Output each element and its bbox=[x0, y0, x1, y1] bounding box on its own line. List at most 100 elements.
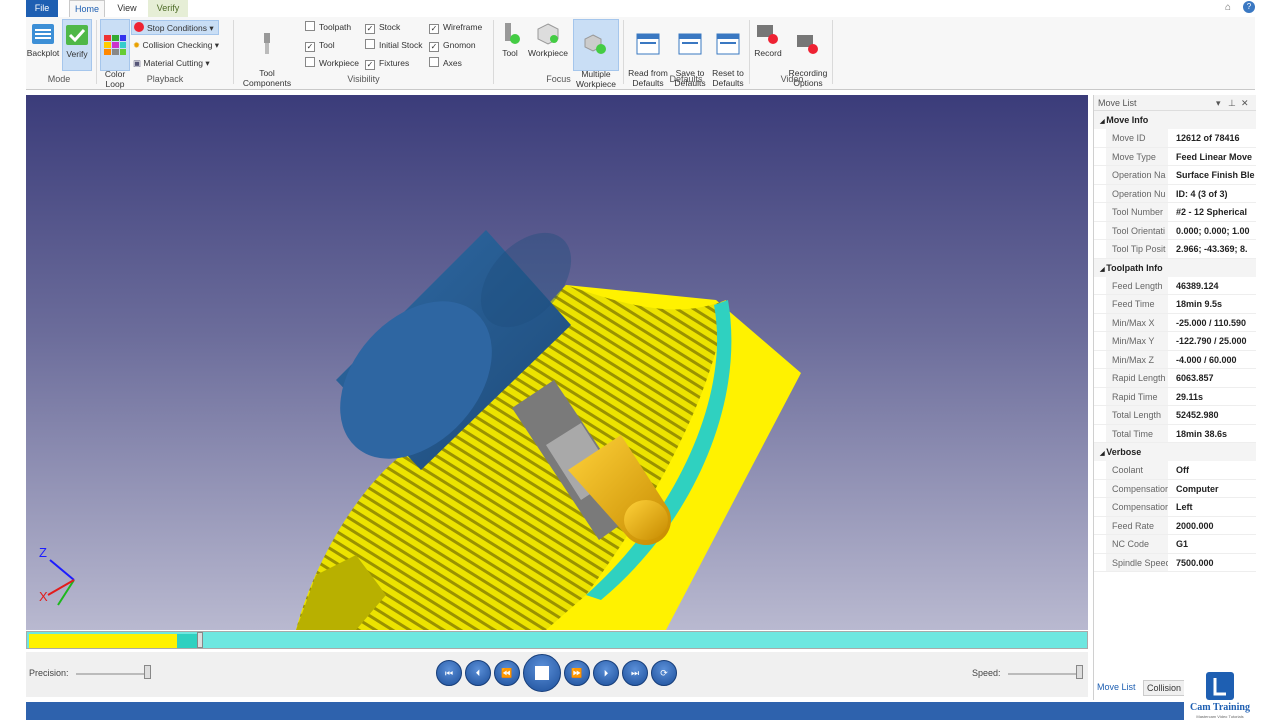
section-header[interactable]: ◢ Verbose bbox=[1094, 443, 1256, 461]
skip-to-start-button[interactable]: ⏮ bbox=[436, 660, 462, 686]
collision-checking-button[interactable]: ✹ Collision Checking ▾ bbox=[133, 38, 229, 53]
property-value: 52452.980 bbox=[1176, 410, 1219, 420]
tool-checkbox[interactable]: ✓ Tool bbox=[305, 38, 335, 53]
property-row[interactable]: Spindle Speec 7500.000 bbox=[1094, 553, 1256, 572]
play-forward-button[interactable]: ⏩ bbox=[564, 660, 590, 686]
focus-multiple-workpiece-button[interactable]: Multiple Workpiece bbox=[573, 19, 619, 89]
playback-timeline[interactable] bbox=[26, 631, 1088, 649]
step-back-button[interactable]: ⏴ bbox=[465, 660, 491, 686]
property-row[interactable]: Min/Max X -25.000 / 110.590 bbox=[1094, 313, 1256, 332]
checkbox-unchecked-icon bbox=[305, 57, 315, 67]
reset-defaults-icon bbox=[716, 33, 740, 55]
close-icon[interactable]: ✕ bbox=[1241, 95, 1249, 111]
section-title: Move Info bbox=[1106, 115, 1149, 125]
focus-workpiece-button[interactable]: Workpiece bbox=[526, 19, 570, 71]
skip-to-end-button[interactable]: ⏭ bbox=[622, 660, 648, 686]
workpiece-checkbox[interactable]: Workpiece bbox=[305, 56, 359, 71]
property-row[interactable]: Coolant Off bbox=[1094, 461, 1256, 480]
material-cutting-button[interactable]: ▣ Material Cutting ▾ bbox=[133, 56, 229, 71]
property-value: #2 - 12 Spherical bbox=[1176, 207, 1248, 217]
backplot-button[interactable]: Backplot bbox=[26, 19, 60, 71]
section-header[interactable]: ◢ Toolpath Info bbox=[1094, 258, 1256, 277]
tool-focus-icon bbox=[505, 23, 520, 44]
axes-checkbox[interactable]: Axes bbox=[429, 56, 462, 71]
property-row[interactable]: Feed Length 46389.124 bbox=[1094, 276, 1256, 295]
save-defaults-button[interactable]: Save to Defaults bbox=[672, 19, 708, 88]
read-defaults-button[interactable]: Read from Defaults bbox=[626, 19, 670, 88]
property-row[interactable]: Rapid Length 6063.857 bbox=[1094, 369, 1256, 388]
tab-verify[interactable]: Verify bbox=[148, 0, 188, 17]
precision-slider[interactable] bbox=[76, 673, 150, 675]
property-key: Rapid Time bbox=[1106, 387, 1168, 406]
3d-viewport[interactable]: Z X bbox=[26, 95, 1088, 630]
property-row[interactable]: Rapid Time 29.11s bbox=[1094, 387, 1256, 406]
separator bbox=[233, 20, 234, 84]
wireframe-checkbox[interactable]: ✓ Wireframe bbox=[429, 20, 482, 35]
rewind-button[interactable]: ⏪ bbox=[494, 660, 520, 686]
property-value: G1 bbox=[1176, 539, 1189, 549]
verify-label: Verify bbox=[66, 49, 88, 59]
tool-icon bbox=[264, 33, 270, 54]
speed-slider[interactable] bbox=[1008, 673, 1082, 675]
ribbon-tabs: File Home View Verify bbox=[26, 0, 1255, 17]
property-row[interactable]: Compensatior Left bbox=[1094, 498, 1256, 517]
tab-home[interactable]: Home bbox=[69, 0, 105, 17]
recording-options-button[interactable]: Recording Options bbox=[786, 19, 830, 88]
tab-move-list[interactable]: Move List bbox=[1097, 682, 1136, 692]
pin-icon[interactable]: ⊥ bbox=[1228, 95, 1236, 111]
speed-slider-thumb[interactable] bbox=[1076, 665, 1083, 679]
help-icon[interactable]: ? bbox=[1243, 1, 1255, 13]
property-row[interactable]: Total Time 18min 38.6s bbox=[1094, 424, 1256, 443]
property-row[interactable]: Tool Tip Posit 2.966; -43.369; 8. bbox=[1094, 240, 1256, 259]
property-key: Min/Max Z bbox=[1106, 350, 1168, 369]
property-row[interactable]: Min/Max Z -4.000 / 60.000 bbox=[1094, 350, 1256, 369]
section-header[interactable]: ◢ Move Info bbox=[1094, 111, 1256, 129]
property-row[interactable]: Feed Time 18min 9.5s bbox=[1094, 295, 1256, 314]
precision-label: Precision: bbox=[29, 668, 69, 678]
property-row[interactable]: Tool Number #2 - 12 Spherical bbox=[1094, 203, 1256, 222]
step-forward-button[interactable]: ⏵ bbox=[593, 660, 619, 686]
stock-checkbox[interactable]: ✓ Stock bbox=[365, 20, 400, 35]
tab-view[interactable]: View bbox=[111, 0, 143, 17]
precision-slider-thumb[interactable] bbox=[144, 665, 151, 679]
fixtures-checkbox[interactable]: ✓ Fixtures bbox=[365, 56, 409, 71]
property-row[interactable]: Operation Nu ID: 4 (3 of 3) bbox=[1094, 184, 1256, 203]
color-loop-button[interactable]: Color Loop bbox=[100, 19, 130, 89]
property-value: -4.000 / 60.000 bbox=[1176, 354, 1237, 365]
loop-button[interactable]: ⟳ bbox=[651, 660, 677, 686]
tab-collision[interactable]: Collision bbox=[1143, 680, 1186, 696]
panel-dropdown-icon[interactable]: ▾ bbox=[1216, 95, 1221, 111]
reset-defaults-button[interactable]: Reset to Defaults bbox=[710, 19, 746, 88]
checkmark-icon bbox=[66, 25, 88, 45]
tab-file[interactable]: File bbox=[26, 0, 58, 17]
property-row[interactable]: Min/Max Y -122.790 / 25.000 bbox=[1094, 332, 1256, 351]
stop-button[interactable] bbox=[523, 654, 561, 692]
workpiece-icon bbox=[537, 23, 559, 45]
property-row[interactable]: Operation Na Surface Finish Ble bbox=[1094, 166, 1256, 185]
verify-button[interactable]: Verify bbox=[62, 19, 92, 71]
property-key: Spindle Speec bbox=[1106, 553, 1168, 572]
tool-components-button[interactable]: Tool Components bbox=[236, 19, 298, 88]
dropdown-arrow-icon: ▾ bbox=[209, 23, 214, 33]
read-defaults-icon bbox=[636, 33, 660, 55]
checkbox-checked-icon: ✓ bbox=[429, 42, 439, 52]
property-row[interactable]: Move ID 12612 of 78416 bbox=[1094, 129, 1256, 148]
move-list-panel: Move List ▾ ⊥ ✕ ◢ Move Info Move ID 12612 … bbox=[1093, 95, 1256, 700]
record-button[interactable]: Record bbox=[752, 19, 784, 71]
minimize-ribbon-icon[interactable]: ⌂ bbox=[1225, 2, 1231, 13]
stop-icon bbox=[134, 22, 144, 32]
focus-tool-button[interactable]: Tool bbox=[496, 19, 524, 71]
property-row[interactable]: Tool Orientati 0.000; 0.000; 1.00 bbox=[1094, 221, 1256, 240]
toolpath-checkbox[interactable]: Toolpath bbox=[305, 20, 351, 35]
stop-conditions-button[interactable]: Stop Conditions ▾ bbox=[131, 20, 219, 35]
property-value: 18min 9.5s bbox=[1176, 299, 1223, 309]
property-row[interactable]: NC Code G1 bbox=[1094, 535, 1256, 554]
initial-stock-checkbox[interactable]: Initial Stock bbox=[365, 38, 422, 53]
gnomon-checkbox[interactable]: ✓ Gnomon bbox=[429, 38, 476, 53]
property-row[interactable]: Move Type Feed Linear Move bbox=[1094, 147, 1256, 166]
property-row[interactable]: Total Length 52452.980 bbox=[1094, 406, 1256, 425]
property-row[interactable]: Feed Rate 2000.000 bbox=[1094, 516, 1256, 535]
checkbox-checked-icon: ✓ bbox=[429, 24, 439, 34]
timeline-handle[interactable] bbox=[197, 632, 203, 648]
property-row[interactable]: Compensatior Computer bbox=[1094, 479, 1256, 498]
